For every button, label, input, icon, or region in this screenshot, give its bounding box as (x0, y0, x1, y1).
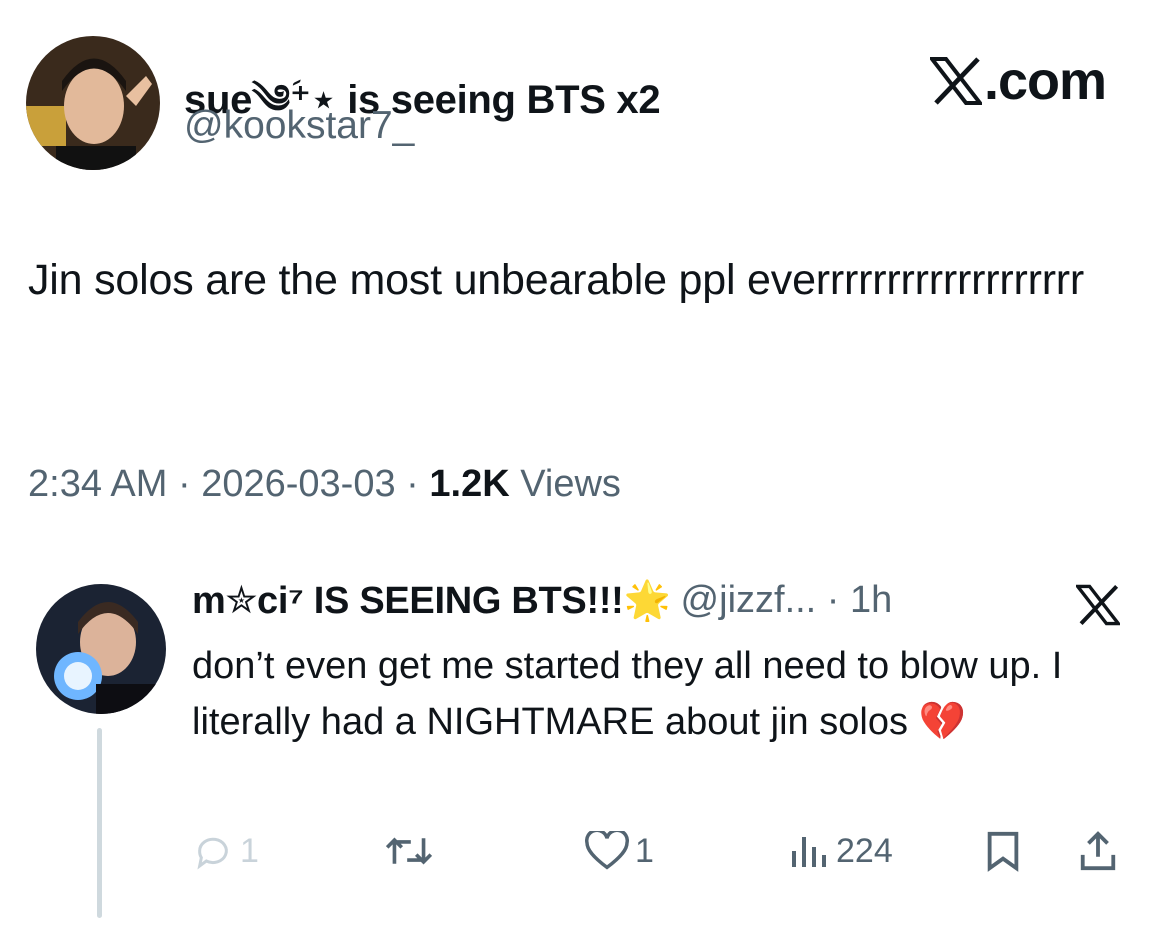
reply-author-avatar[interactable] (36, 584, 166, 714)
reply-handle-time[interactable]: @jizzf... · 1h (681, 579, 893, 622)
views-chart-icon (792, 837, 826, 867)
bookmark-icon (987, 831, 1019, 872)
tweet-text: Jin solos are the most unbearable ppl ev… (28, 256, 1085, 304)
thread-connector-line (97, 728, 102, 918)
like-button[interactable]: 1 (585, 826, 654, 876)
author-handle[interactable]: @kookstar7_ (184, 104, 414, 148)
reply-header: m✮ci⁷ IS SEEING BTS!!!🌟 @jizzf... · 1h (192, 578, 892, 623)
views-button[interactable]: 224 (790, 826, 893, 876)
bookmark-button[interactable] (985, 826, 1021, 876)
reply-button[interactable]: 1 (192, 826, 259, 876)
comment-icon (197, 837, 228, 870)
share-button[interactable] (1078, 826, 1118, 876)
tweet-metadata: 2:34 AM · 2026-03-03 · 1.2K Views (28, 463, 621, 506)
reply-count: 1 (240, 831, 259, 870)
views-label: Views (520, 463, 621, 505)
heart-icon (585, 831, 629, 870)
reply-display-name[interactable]: m✮ci⁷ IS SEEING BTS!!!🌟 (192, 578, 671, 623)
tweet-date[interactable]: 2026-03-03 (201, 463, 395, 505)
author-avatar[interactable] (26, 36, 160, 170)
x-logo-icon (1074, 584, 1122, 631)
views-count: 1.2K (429, 463, 510, 505)
x-brand-watermark: .com (930, 50, 1107, 112)
share-icon (1080, 831, 1116, 871)
brand-domain: .com (984, 51, 1107, 111)
retweet-icon (385, 837, 433, 865)
x-logo-icon (930, 57, 982, 105)
views-count-reply: 224 (836, 831, 893, 870)
separator-dot: · (406, 463, 430, 505)
separator-dot: · (177, 463, 202, 505)
tweet-time[interactable]: 2:34 AM (28, 463, 167, 505)
reply-text: don’t even get me started they all need … (192, 645, 1063, 743)
retweet-button[interactable] (385, 826, 433, 876)
like-count: 1 (635, 831, 654, 870)
